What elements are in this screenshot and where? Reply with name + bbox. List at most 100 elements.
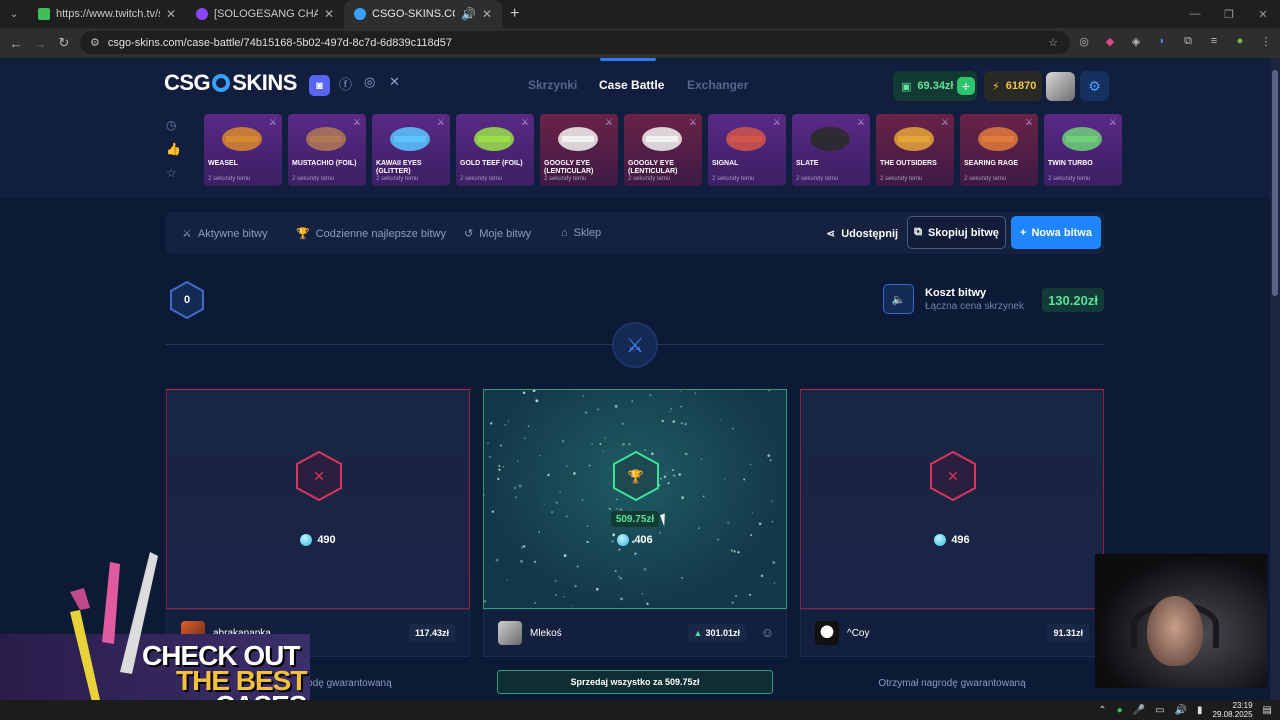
drop-card[interactable]: ⚔ GOOGLY EYE (LENTICULAR) 2 sekundy temu — [540, 114, 618, 186]
restore-icon[interactable]: ❐ — [1212, 8, 1246, 21]
browser-tab-sologesang[interactable]: [SOLOGESANG CHALLENGE ✕ — [186, 0, 344, 28]
speaker-icon[interactable]: 🔊 — [461, 7, 476, 21]
volume-icon[interactable]: 🔊 — [1175, 705, 1187, 716]
back-icon[interactable]: ← — [4, 36, 28, 51]
copy-battle-button[interactable]: ⧉ Skopiuj bitwę — [907, 216, 1006, 249]
browser-tab-csgo-skins[interactable]: CSGO-SKINS.COM - Najlep 🔊 ✕ — [344, 0, 502, 28]
sparkle — [555, 594, 557, 596]
player-value-text: 91.31zł — [1053, 628, 1083, 638]
drop-card[interactable]: ⚔ GOLD TEEF (FOIL) 2 sekundy temu — [456, 114, 534, 186]
drop-card[interactable]: ⚔ SLATE 2 sekundy temu — [792, 114, 870, 186]
sound-toggle-button[interactable]: 🔈 — [883, 284, 914, 314]
puzzle-icon[interactable]: ⧉ — [1180, 33, 1196, 49]
deposit-button[interactable]: + — [957, 77, 975, 95]
extension-icon[interactable]: ◈ — [1128, 33, 1144, 49]
drop-card[interactable]: ⚔ MUSTACHIO (FOIL) 2 sekundy temu — [288, 114, 366, 186]
user-avatar[interactable] — [1046, 72, 1075, 101]
scrollbar-thumb[interactable] — [1272, 70, 1278, 296]
new-tab-button[interactable]: + — [502, 5, 527, 23]
reload-icon[interactable]: ↻ — [52, 35, 76, 51]
nav-case-battle[interactable]: Case Battle — [599, 78, 664, 92]
sparkle — [772, 561, 776, 564]
site-info-icon[interactable]: ⚙ — [90, 36, 100, 49]
gem-icon — [934, 534, 947, 546]
nav-skrzynki[interactable]: Skrzynki — [528, 78, 577, 92]
browser-tab-twitch[interactable]: https://www.twitch.tv/sologesa ✕ — [28, 0, 186, 28]
sparkle — [672, 474, 676, 477]
item-image — [390, 127, 430, 151]
coins-badge[interactable]: ⚡ 61870 — [984, 71, 1042, 101]
bookmark-star-icon[interactable]: ☆ — [1048, 36, 1058, 49]
close-window-icon[interactable]: ✕ — [1246, 8, 1280, 21]
tab-search-icon[interactable]: ⌄ — [0, 9, 28, 20]
avatar[interactable] — [498, 621, 522, 645]
gem-icon — [617, 534, 630, 546]
facebook-icon[interactable]: ⓕ — [339, 74, 352, 93]
media-icon[interactable]: ≡ — [1206, 33, 1222, 49]
player-name[interactable]: Mlekoś — [530, 628, 562, 639]
minimize-icon[interactable]: — — [1178, 8, 1212, 20]
close-tab-icon[interactable]: ✕ — [166, 7, 176, 21]
forward-icon[interactable]: → — [28, 36, 52, 51]
sparkle — [490, 422, 493, 425]
share-button[interactable]: ⋖ Udostępnij — [826, 227, 899, 241]
sparkle — [488, 455, 491, 459]
player-score: 490 — [167, 534, 469, 546]
avatar[interactable] — [815, 621, 839, 645]
nav-exchanger[interactable]: Exchanger — [687, 78, 748, 92]
drop-card[interactable]: ⚔ SEARING RAGE 2 sekundy temu — [960, 114, 1038, 186]
site-logo[interactable]: CSG SKINS — [164, 70, 297, 96]
sparkle — [646, 602, 649, 605]
sparkle — [522, 391, 526, 395]
battle-cost-label: Koszt bitwy — [925, 287, 987, 299]
notification-icon[interactable]: ▤ — [1263, 705, 1272, 716]
my-battles-tab[interactable]: ↺ Moje bitwy — [464, 227, 531, 241]
sparkle — [576, 565, 579, 568]
profile-icon[interactable]: ● — [1232, 33, 1248, 49]
sparkle — [702, 495, 705, 498]
drop-card[interactable]: ⚔ SIGNAL 2 sekundy temu — [708, 114, 786, 186]
x-twitter-icon[interactable]: ✕ — [389, 74, 400, 90]
drop-card[interactable]: ⚔ TWIN TURBO 2 sekundy temu — [1044, 114, 1122, 186]
clock-date: 29.08.2025 — [1212, 710, 1253, 719]
sparkle — [749, 593, 752, 596]
swords-icon: ⚔ — [352, 117, 361, 127]
daily-best-battles-tab[interactable]: 🏆 Codzienne najlepsze bitwy — [296, 227, 446, 241]
sparkle — [679, 391, 681, 393]
shop-tab[interactable]: ⌂ Sklep — [561, 227, 601, 239]
active-battles-tab[interactable]: ⚔ Aktywne bitwy — [182, 227, 268, 241]
thumbs-up-icon[interactable]: 👍 — [166, 142, 181, 156]
battery-icon[interactable]: ▮ — [1197, 705, 1203, 716]
copy-label: Skopiuj bitwę — [927, 226, 999, 239]
discord-icon[interactable]: ◙ — [309, 75, 330, 96]
player-name[interactable]: ^Coy — [847, 628, 869, 639]
logo-o-icon — [212, 74, 231, 92]
network-status-icon[interactable]: ● — [1117, 705, 1123, 716]
extension-icon[interactable]: ◗ — [1154, 33, 1170, 49]
sparkle — [631, 400, 634, 403]
drop-card[interactable]: ⚔ GOOGLY EYE (LENTICULAR) 2 sekundy temu — [624, 114, 702, 186]
chevron-up-icon[interactable]: ⌃ — [1098, 705, 1106, 716]
menu-icon[interactable]: ⋮ — [1258, 33, 1274, 49]
taskbar-clock[interactable]: 23:19 29.08.2025 — [1213, 701, 1253, 719]
drop-card[interactable]: ⚔ KAWAII EYES (GLITTER) 2 sekundy temu — [372, 114, 450, 186]
sparkle — [670, 407, 673, 410]
emoji-icon[interactable]: ☺ — [761, 625, 774, 640]
star-icon[interactable]: ☆ — [166, 166, 177, 180]
extension-icon[interactable]: ◆ — [1102, 33, 1118, 49]
clock-icon[interactable]: ◷ — [166, 118, 176, 132]
close-tab-icon[interactable]: ✕ — [482, 7, 492, 21]
drop-card[interactable]: ⚔ WEASEL 2 sekundy temu — [204, 114, 282, 186]
microphone-icon[interactable]: 🎤 — [1133, 705, 1145, 716]
wifi-icon[interactable]: ▭ — [1155, 705, 1164, 716]
sell-all-button[interactable]: Sprzedaj wszystko za 509.75zł — [497, 670, 773, 694]
gear-icon[interactable]: ⚙ — [1080, 71, 1109, 101]
url-input[interactable]: ⚙ csgo-skins.com/case-battle/74b15168-5b… — [80, 31, 1070, 54]
close-tab-icon[interactable]: ✕ — [324, 7, 334, 21]
drop-card[interactable]: ⚔ THE OUTSIDERS 2 sekundy temu — [876, 114, 954, 186]
extension-icon[interactable]: ◎ — [1076, 33, 1092, 49]
share-label: Udostępnij — [841, 227, 899, 240]
sparkle — [663, 475, 667, 479]
instagram-icon[interactable]: ◎ — [364, 74, 375, 90]
new-battle-button[interactable]: + Nowa bitwa — [1011, 216, 1101, 249]
